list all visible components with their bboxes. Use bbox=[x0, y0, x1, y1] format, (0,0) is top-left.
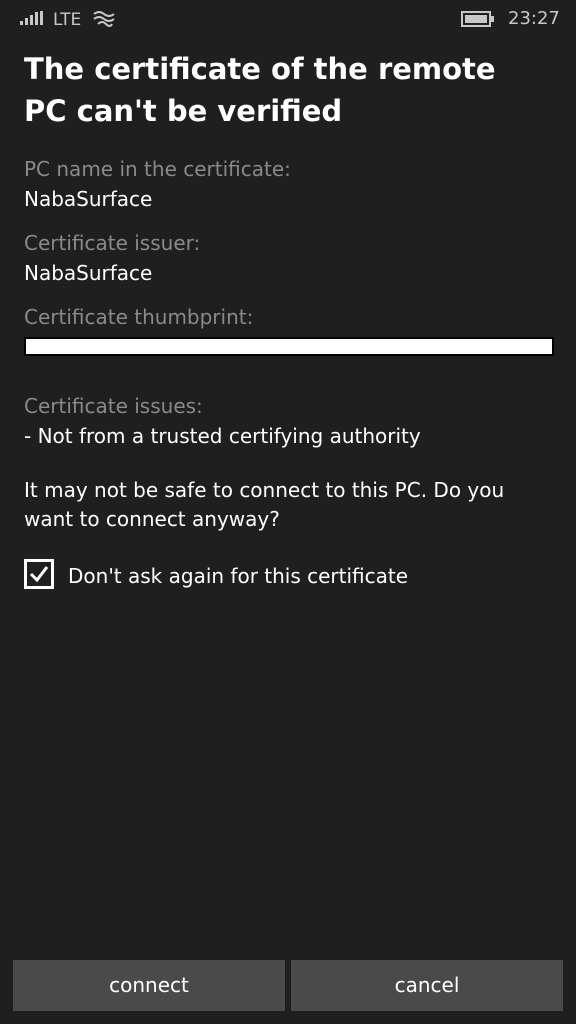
issuer-value: NabaSurface bbox=[24, 261, 153, 285]
clock: 23:27 bbox=[508, 8, 560, 29]
dont-ask-again-label[interactable]: Don't ask again for this certificate bbox=[68, 563, 408, 589]
cancel-button[interactable]: cancel bbox=[291, 960, 563, 1011]
signal-bars-icon bbox=[20, 11, 43, 25]
issues-label: Certificate issues: bbox=[24, 394, 203, 418]
dialog-title: The certificate of the remote PC can't b… bbox=[24, 52, 496, 128]
thumbprint-label: Certificate thumbprint: bbox=[24, 305, 254, 329]
pc-name-value: NabaSurface bbox=[24, 187, 153, 211]
issuer-label: Certificate issuer: bbox=[24, 231, 201, 255]
checkmark-icon bbox=[29, 566, 49, 583]
pc-name-label: PC name in the certificate: bbox=[24, 157, 291, 181]
thumbprint-value-box bbox=[24, 337, 554, 356]
connect-button[interactable]: connect bbox=[13, 960, 285, 1011]
status-bar: LTE 23:27 bbox=[0, 0, 576, 40]
dont-ask-again-checkbox[interactable] bbox=[24, 559, 54, 589]
wifi-icon bbox=[93, 11, 115, 27]
warning-message: It may not be safe to connect to this PC… bbox=[24, 478, 505, 531]
issues-value: - Not from a trusted certifying authorit… bbox=[24, 424, 421, 448]
network-type: LTE bbox=[53, 10, 82, 30]
battery-icon bbox=[461, 11, 494, 27]
